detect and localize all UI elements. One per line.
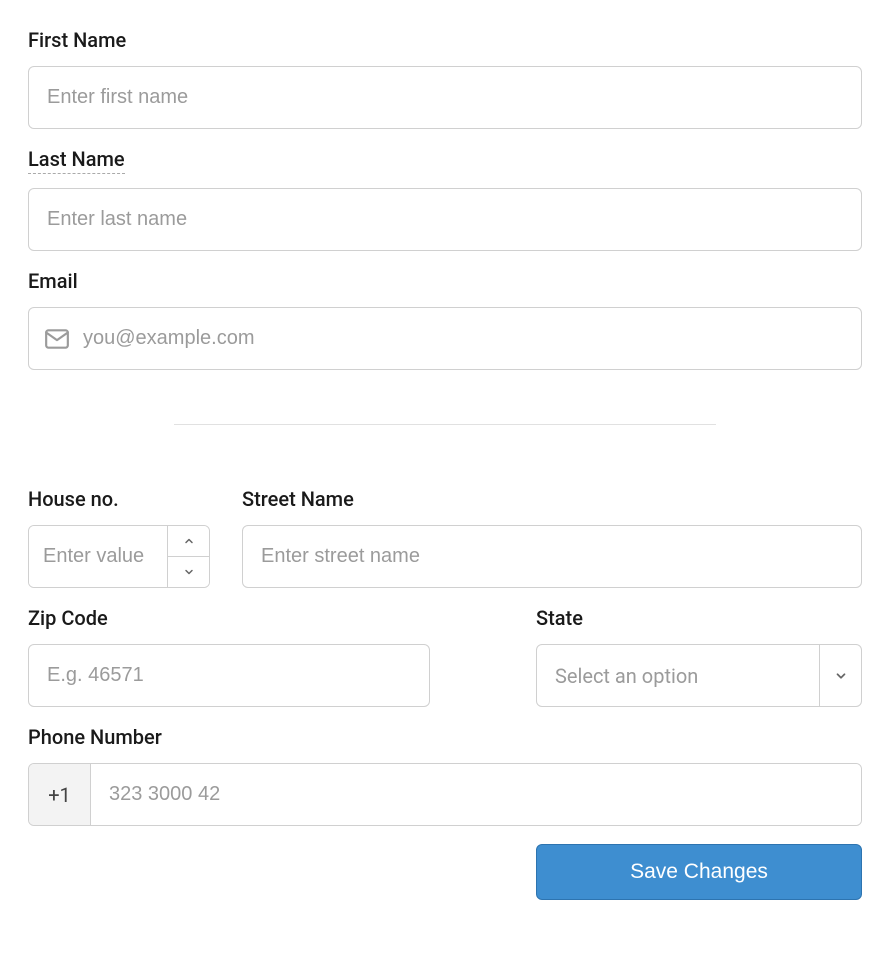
street-name-label: Street Name [242,487,354,511]
state-select[interactable]: Select an option [536,644,862,707]
last-name-label: Last Name [28,147,125,174]
last-name-input[interactable] [28,188,862,251]
state-label: State [536,606,583,630]
email-input[interactable] [28,307,862,370]
email-label: Email [28,269,78,293]
chevron-down-icon [183,566,195,578]
street-name-input[interactable] [242,525,862,588]
house-no-input[interactable] [29,526,167,587]
house-no-decrement[interactable] [168,557,209,587]
zip-code-input[interactable] [28,644,430,707]
chevron-down-icon [834,669,848,683]
house-no-increment[interactable] [168,526,209,557]
state-select-caret[interactable] [819,645,861,706]
state-select-placeholder: Select an option [537,645,819,706]
phone-prefix: +1 [29,764,91,825]
first-name-input[interactable] [28,66,862,129]
section-divider [174,424,716,425]
first-name-label: First Name [28,28,126,52]
zip-code-label: Zip Code [28,606,108,630]
chevron-up-icon [183,535,195,547]
house-no-stepper[interactable] [28,525,210,588]
phone-number-label: Phone Number [28,725,162,749]
save-changes-button[interactable]: Save Changes [536,844,862,900]
phone-number-input[interactable] [91,764,861,825]
house-no-label: House no. [28,487,119,511]
